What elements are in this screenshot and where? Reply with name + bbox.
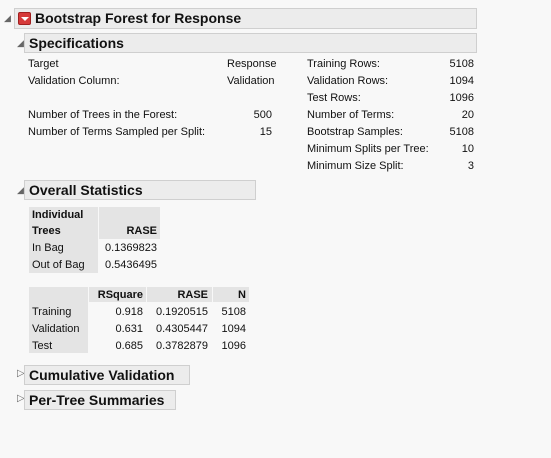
table-cell: 0.685	[115, 340, 143, 352]
summary-col-n: N	[238, 289, 246, 301]
spec-value-min-size-split: 3	[467, 160, 474, 172]
report-title: Bootstrap Forest for Response	[35, 10, 242, 26]
overall-statistics-title: Overall Statistics	[29, 182, 143, 198]
spec-value-min-splits: 10	[461, 143, 474, 155]
table-row-label: In Bag	[32, 242, 64, 254]
individual-header-line1: Individual	[32, 209, 84, 221]
summary-col-rase: RASE	[177, 289, 208, 301]
spec-label-validation-column: Validation Column:	[28, 75, 120, 87]
table-cell: 5108	[221, 306, 246, 318]
spec-value-validation-rows: 1094	[449, 75, 474, 87]
cumulative-validation-title: Cumulative Validation	[29, 367, 175, 383]
spec-value-target: Response	[227, 58, 277, 70]
table-row-label: Validation	[32, 323, 80, 335]
table-cell: 1096	[221, 340, 246, 352]
spec-value-terms-sampled: 15	[259, 126, 272, 138]
table-row-label: Training	[32, 306, 72, 318]
disclosure-open-icon[interactable]: ◢	[17, 38, 24, 48]
table-row-label: Test	[32, 340, 53, 352]
spec-value-num-terms: 20	[461, 109, 474, 121]
per-tree-summaries-title: Per-Tree Summaries	[29, 392, 165, 408]
table-row-label: Out of Bag	[32, 259, 85, 271]
spec-label-validation-rows: Validation Rows:	[307, 75, 389, 87]
spec-label-training-rows: Training Rows:	[307, 58, 380, 70]
overall-statistics-header[interactable]: Overall Statistics	[24, 180, 256, 200]
red-triangle-menu-icon[interactable]	[18, 12, 31, 25]
spec-label-terms-sampled: Number of Terms Sampled per Split:	[28, 126, 206, 138]
individual-col-rase: RASE	[126, 225, 157, 237]
table-cell: 0.4305447	[156, 323, 208, 335]
spec-label-num-terms: Number of Terms:	[307, 109, 395, 121]
disclosure-open-icon[interactable]: ◢	[17, 185, 24, 195]
column-divider	[98, 207, 99, 239]
summary-col-rsquare: RSquare	[97, 289, 143, 301]
spec-value-validation-column: Validation	[227, 75, 275, 87]
table-cell: 0.918	[115, 306, 143, 318]
table-cell: 0.3782879	[156, 340, 208, 352]
table-cell: 0.631	[115, 323, 143, 335]
spec-label-test-rows: Test Rows:	[307, 92, 361, 104]
table-cell: 0.1920515	[156, 306, 208, 318]
spec-value-test-rows: 1096	[449, 92, 474, 104]
per-tree-summaries-header[interactable]: Per-Tree Summaries	[24, 390, 176, 410]
table-cell: 0.5436495	[105, 259, 157, 271]
spec-value-training-rows: 5108	[449, 58, 474, 70]
table-cell: 1094	[221, 323, 246, 335]
specifications-header[interactable]: Specifications	[24, 33, 477, 53]
spec-label-num-trees: Number of Trees in the Forest:	[28, 109, 178, 121]
specifications-title: Specifications	[29, 35, 124, 51]
spec-value-num-trees: 500	[253, 109, 272, 121]
spec-label-target: Target	[28, 58, 59, 70]
spec-label-bootstrap-samples: Bootstrap Samples:	[307, 126, 403, 138]
disclosure-open-icon[interactable]: ◢	[4, 13, 11, 23]
table-cell: 0.1369823	[105, 242, 157, 254]
cumulative-validation-header[interactable]: Cumulative Validation	[24, 365, 190, 385]
individual-header-line2: Trees	[32, 225, 61, 237]
spec-label-min-splits: Minimum Splits per Tree:	[307, 143, 429, 155]
report-header: Bootstrap Forest for Response	[14, 8, 477, 29]
spec-value-bootstrap-samples: 5108	[449, 126, 474, 138]
spec-label-min-size-split: Minimum Size Split:	[307, 160, 404, 172]
